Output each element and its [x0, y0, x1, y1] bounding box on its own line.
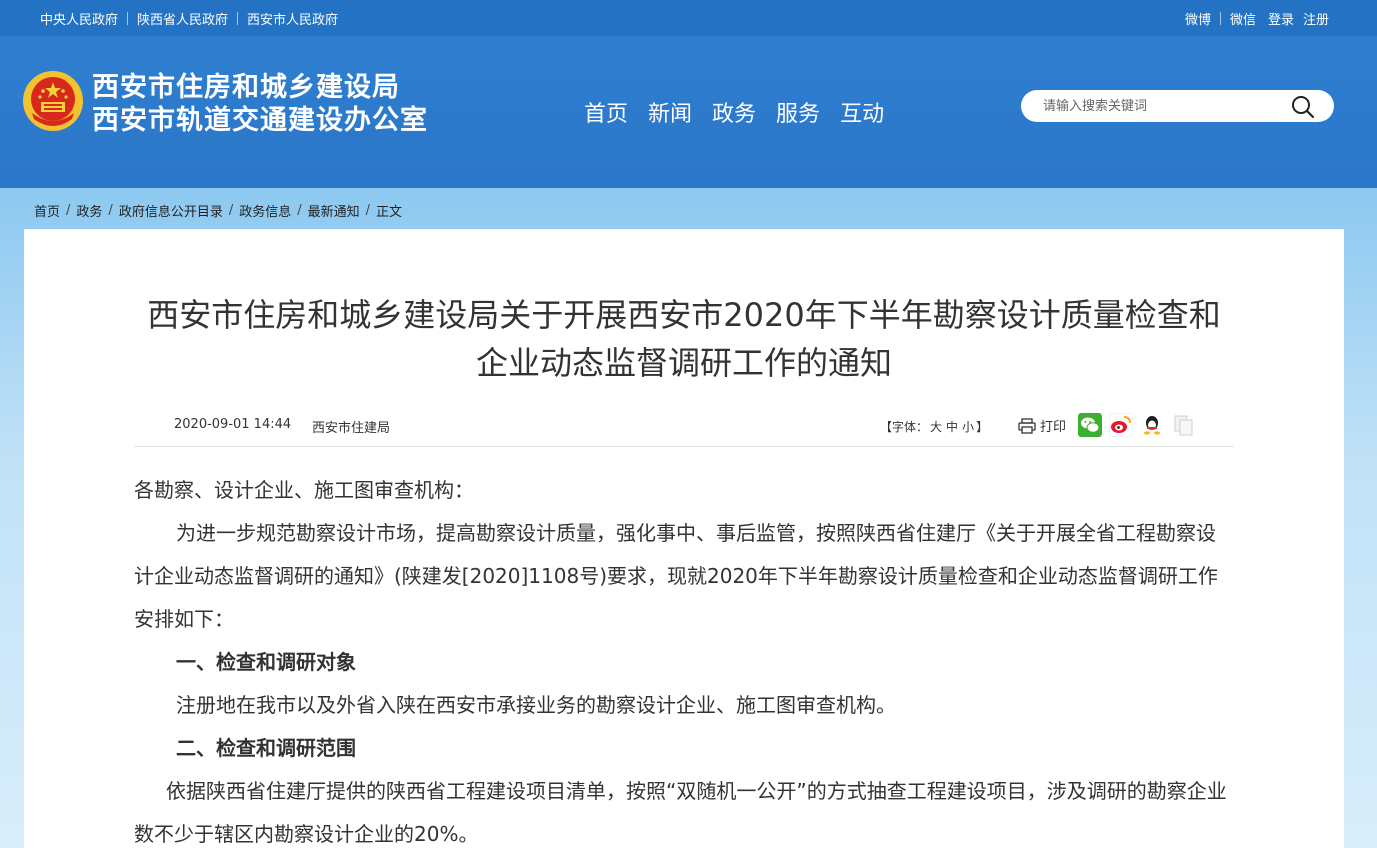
link-central-gov[interactable]: 中央人民政府	[40, 9, 118, 28]
breadcrumb-latest-notice[interactable]: 最新通知	[308, 201, 360, 220]
nav-home[interactable]: 首页	[584, 96, 628, 128]
nav-services[interactable]: 服务	[776, 96, 820, 128]
font-small-button[interactable]: 小	[962, 420, 974, 434]
weibo-icon[interactable]	[1109, 413, 1133, 437]
nav-news[interactable]: 新闻	[648, 96, 692, 128]
top-bar: 中央人民政府 陕西省人民政府 西安市人民政府 微博 微信 登录 注册	[0, 0, 1377, 36]
salutation: 各勘察、设计企业、施工图审查机构：	[134, 478, 474, 502]
printer-icon	[1018, 417, 1036, 434]
breadcrumb-current: 正文	[376, 205, 403, 220]
section-heading: 二、检查和调研范围	[176, 736, 356, 760]
wechat-icon[interactable]	[1078, 413, 1102, 437]
article-title: 西安市住房和城乡建设局关于开展西安市2020年下半年勘察设计质量检查和企业动态监…	[147, 296, 1221, 382]
article-card: 西安市住房和城乡建设局关于开展西安市2020年下半年勘察设计质量检查和企业动态监…	[24, 229, 1344, 848]
print-button[interactable]: 打印	[1018, 416, 1066, 435]
print-label: 打印	[1040, 420, 1067, 435]
site-title[interactable]: 西安市住房和城乡建设局 西安市轨道交通建设办公室	[92, 71, 428, 137]
paragraph: 注册地在我市以及外省入陕在西安市承接业务的勘察设计企业、施工图审查机构。	[176, 693, 896, 717]
breadcrumb: 首页 / 政务 / 政府信息公开目录 / 政务信息 / 最新通知 / 正文	[34, 201, 403, 220]
site-header: 西安市住房和城乡建设局 西安市轨道交通建设办公室 首页 新闻 政务 服务 互动	[0, 36, 1377, 188]
font-size-control: 【字体：大中小】	[880, 420, 989, 434]
link-wechat[interactable]: 微信	[1230, 9, 1256, 28]
breadcrumb-government[interactable]: 政务	[76, 201, 102, 220]
article-meta: 2020-09-01 14:44 西安市住建局 【字体：大中小】 打印	[134, 409, 1234, 447]
publish-date: 2020-09-01 14:44	[174, 417, 292, 432]
divider	[127, 12, 129, 25]
search-icon[interactable]	[1290, 94, 1316, 120]
copy-icon[interactable]	[1171, 413, 1195, 437]
nav-interaction[interactable]: 互动	[840, 96, 884, 128]
nav-government[interactable]: 政务	[712, 96, 756, 128]
divider	[1219, 12, 1221, 25]
section-heading: 一、检查和调研对象	[176, 650, 356, 674]
qq-icon[interactable]	[1140, 413, 1164, 437]
main-nav: 首页 新闻 政务 服务 互动	[584, 96, 904, 128]
share-bar	[1078, 413, 1202, 437]
user-links: 微博 微信 登录 注册	[1185, 9, 1329, 28]
link-xian-gov[interactable]: 西安市人民政府	[247, 9, 338, 28]
divider	[237, 12, 239, 25]
breadcrumb-info-catalog[interactable]: 政府信息公开目录	[119, 201, 223, 220]
search-box	[1021, 90, 1334, 122]
site-title-line1: 西安市住房和城乡建设局	[92, 72, 400, 103]
font-medium-button[interactable]: 中	[946, 420, 958, 434]
register-link[interactable]: 注册	[1303, 9, 1329, 28]
paragraph: 依据陕西省住建厅提供的陕西省工程建设项目清单，按照“双随机一公开”的方式抽查工程…	[134, 779, 1227, 846]
article-body: 各勘察、设计企业、施工图审查机构： 为进一步规范勘察设计市场，提高勘察设计质量，…	[134, 469, 1234, 848]
breadcrumb-gov-info[interactable]: 政务信息	[239, 201, 291, 220]
link-shaanxi-gov[interactable]: 陕西省人民政府	[137, 9, 228, 28]
search-input[interactable]	[1043, 96, 1293, 116]
breadcrumb-home[interactable]: 首页	[34, 201, 60, 220]
font-large-button[interactable]: 大	[930, 420, 942, 434]
login-link[interactable]: 登录	[1268, 9, 1294, 28]
link-weibo[interactable]: 微博	[1185, 9, 1211, 28]
paragraph: 为进一步规范勘察设计市场，提高勘察设计质量，强化事中、事后监管，按照陕西省住建厅…	[134, 521, 1218, 631]
site-title-line2: 西安市轨道交通建设办公室	[92, 105, 428, 136]
article-source: 西安市住建局	[312, 421, 391, 436]
national-emblem-icon[interactable]	[22, 69, 84, 133]
gov-links: 中央人民政府 陕西省人民政府 西安市人民政府	[40, 9, 338, 28]
